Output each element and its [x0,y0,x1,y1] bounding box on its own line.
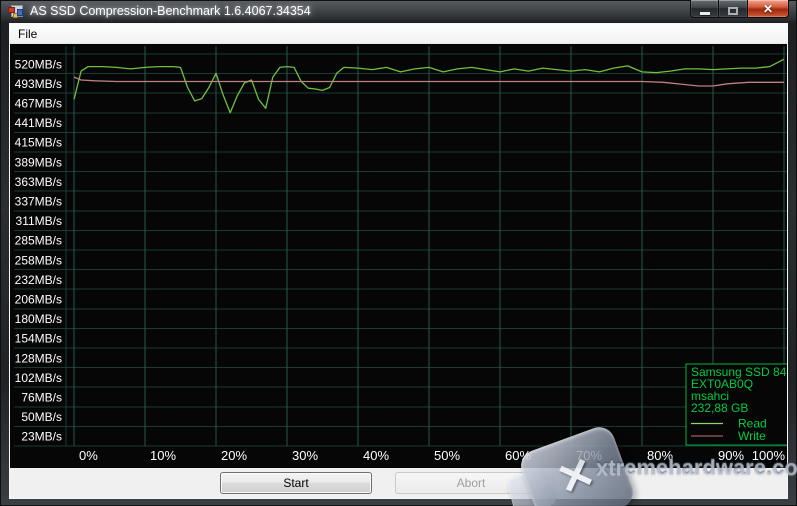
svg-text:Write: Write [738,429,766,443]
svg-text:50%: 50% [434,448,460,463]
svg-text:128MB/s: 128MB/s [15,351,62,365]
title-bar[interactable]: AS SSD Compression-Benchmark 1.6.4067.34… [0,0,797,23]
svg-text:10%: 10% [150,448,176,463]
svg-text:467MB/s: 467MB/s [15,97,62,111]
svg-text:50MB/s: 50MB/s [21,410,62,424]
svg-text:76MB/s: 76MB/s [21,391,62,405]
chart-legend: Samsung SSD 840EXT0AB0Qmsahci232,88 GBRe… [685,363,787,446]
abort-button[interactable]: Abort [395,472,547,494]
svg-text:70%: 70% [576,448,602,463]
svg-text:80%: 80% [647,448,673,463]
svg-text:20%: 20% [221,448,247,463]
svg-text:389MB/s: 389MB/s [15,155,62,169]
menu-bar: File [10,24,787,44]
svg-text:258MB/s: 258MB/s [15,253,62,267]
svg-text:90%: 90% [718,448,744,463]
client-area: File 520MB/s 493MB/s 467MB/s 441MB/s 415MB/s… [9,23,788,499]
button-panel: Start Abort [10,468,787,498]
window-title: AS SSD Compression-Benchmark 1.6.4067.34… [30,4,311,18]
svg-text:102MB/s: 102MB/s [15,371,62,385]
svg-text:60%: 60% [505,448,531,463]
svg-text:40%: 40% [363,448,389,463]
maximize-icon [728,6,738,15]
svg-text:232,88 GB: 232,88 GB [691,401,748,415]
svg-text:493MB/s: 493MB/s [15,77,62,91]
minimize-icon [699,12,710,15]
window-controls: ✕ [690,0,789,18]
svg-text:180MB/s: 180MB/s [15,312,62,326]
svg-text:100%: 100% [752,448,786,463]
svg-text:363MB/s: 363MB/s [15,175,62,189]
svg-text:337MB/s: 337MB/s [15,195,62,209]
svg-text:415MB/s: 415MB/s [15,136,62,150]
svg-text:441MB/s: 441MB/s [15,116,62,130]
svg-text:285MB/s: 285MB/s [15,234,62,248]
svg-text:30%: 30% [292,448,318,463]
close-button[interactable]: ✕ [747,0,789,18]
start-button[interactable]: Start [220,472,372,494]
menu-item-file[interactable]: File [10,25,45,43]
svg-text:232MB/s: 232MB/s [15,273,62,287]
minimize-button[interactable] [690,0,719,18]
svg-text:520MB/s: 520MB/s [15,57,62,71]
app-icon [8,4,24,19]
compression-benchmark-chart: 520MB/s 493MB/s 467MB/s 441MB/s 415MB/s 389MB… [10,44,787,468]
chart-canvas: 520MB/s 493MB/s 467MB/s 441MB/s 415MB/s 389MB… [10,44,787,468]
svg-text:23MB/s: 23MB/s [21,430,62,444]
svg-text:311MB/s: 311MB/s [16,214,62,228]
svg-text:154MB/s: 154MB/s [15,332,62,346]
svg-text:0%: 0% [79,448,98,463]
app-window: AS SSD Compression-Benchmark 1.6.4067.34… [0,0,797,506]
svg-text:206MB/s: 206MB/s [15,293,62,307]
maximize-button[interactable] [719,0,747,18]
